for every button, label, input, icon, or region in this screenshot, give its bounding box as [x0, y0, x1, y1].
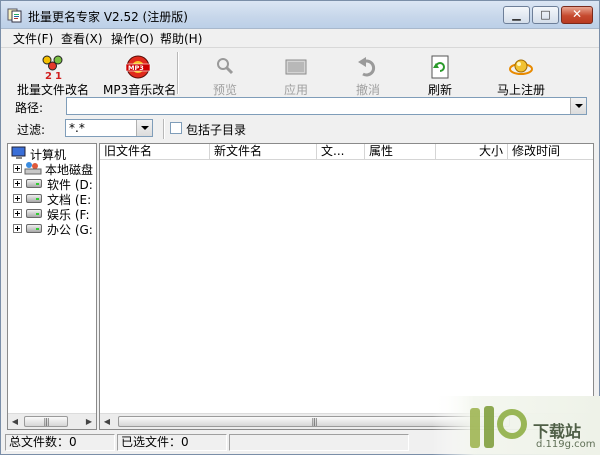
- app-icon: [7, 8, 22, 23]
- preview-button[interactable]: 预览: [205, 50, 245, 97]
- path-label: 路径:: [15, 101, 44, 115]
- filter-separator: [163, 119, 165, 139]
- expand-icon[interactable]: [13, 194, 22, 203]
- mp3-icon: MP3: [125, 55, 151, 79]
- mp3-rename-label: MP3音乐改名: [103, 83, 177, 97]
- scroll-grip-icon: |||: [43, 417, 49, 426]
- toolbar-separator: [177, 52, 179, 94]
- scroll-thumb[interactable]: |||: [24, 416, 68, 427]
- refresh-icon: [431, 55, 449, 79]
- computer-icon: [11, 146, 26, 159]
- batch-rename-icon: 2 1: [42, 55, 63, 80]
- apply-label: 应用: [283, 83, 308, 97]
- column-old-name[interactable]: 旧文件名: [100, 144, 210, 160]
- column-attributes[interactable]: 属性: [365, 144, 436, 160]
- refresh-label: 刷新: [427, 83, 452, 97]
- batch-rename-label: 批量文件改名: [16, 83, 89, 97]
- menu-help[interactable]: 帮助(H): [160, 30, 202, 47]
- app-window: 批量更名专家 V2.52 (注册版) ▁ □ ✕ 文件(F) 查看(X) 操作(…: [0, 0, 600, 455]
- svg-text:MP3: MP3: [128, 64, 144, 72]
- filter-dropdown-arrow-icon[interactable]: [136, 120, 152, 136]
- expand-icon[interactable]: [13, 224, 22, 233]
- menu-bar: 文件(F) 查看(X) 操作(O) 帮助(H): [1, 29, 599, 47]
- menu-file[interactable]: 文件(F): [13, 30, 53, 47]
- apply-button[interactable]: 应用: [276, 50, 316, 97]
- undo-icon: [358, 57, 376, 77]
- toolbar: 2 1 批量文件改名 MP3 MP3音乐改名 预览 应用 撤消 刷新 马上注册: [1, 47, 599, 97]
- drive-icon: [26, 209, 42, 218]
- path-dropdown-arrow-icon[interactable]: [570, 98, 586, 114]
- column-size[interactable]: 大小: [436, 144, 508, 160]
- maximize-icon: □: [540, 8, 551, 21]
- close-button[interactable]: ✕: [561, 6, 593, 24]
- tree-item-drive-e[interactable]: 文档 (E:: [13, 191, 96, 207]
- menu-operation[interactable]: 操作(O): [111, 30, 154, 47]
- undo-button[interactable]: 撤消: [348, 50, 388, 97]
- window-title: 批量更名专家 V2.52 (注册版): [28, 10, 188, 24]
- register-button[interactable]: 马上注册: [491, 50, 551, 97]
- status-empty-cell: [229, 434, 409, 451]
- path-combobox[interactable]: [66, 97, 587, 115]
- column-modified-time[interactable]: 修改时间: [508, 144, 593, 160]
- close-icon: ✕: [571, 7, 583, 21]
- drive-icon: [26, 194, 42, 203]
- file-list[interactable]: 旧文件名 新文件名 文... 属性 大小 修改时间 ◀ |||: [99, 143, 594, 430]
- filter-value: *.*: [69, 121, 85, 135]
- include-subdirs-checkbox[interactable]: [170, 122, 182, 134]
- local-disk-icon: [24, 162, 42, 175]
- apply-icon: [285, 59, 307, 75]
- tree-item-local-disk[interactable]: 本地磁盘: [13, 161, 96, 177]
- filter-row: 过滤: *.* 包括子目录: [1, 117, 599, 141]
- svg-text:2: 2: [45, 71, 52, 80]
- list-column-header: 旧文件名 新文件名 文... 属性 大小 修改时间: [100, 144, 593, 160]
- scroll-left-icon[interactable]: ◀: [8, 414, 22, 429]
- menu-view[interactable]: 查看(X): [61, 30, 103, 47]
- batch-rename-button[interactable]: 2 1 批量文件改名: [15, 50, 91, 97]
- scroll-grip-icon: |||: [311, 417, 317, 426]
- refresh-button[interactable]: 刷新: [420, 50, 460, 97]
- expand-icon[interactable]: [13, 164, 22, 173]
- tree-item-label: 办公 (G:: [47, 223, 93, 237]
- path-row: 路径:: [1, 97, 599, 117]
- status-selected-files: 已选文件：0: [117, 434, 227, 451]
- register-label: 马上注册: [496, 83, 545, 97]
- filter-combobox[interactable]: *.*: [65, 119, 153, 137]
- tree-horizontal-scrollbar[interactable]: ◀ ||| ▶: [8, 413, 96, 429]
- folder-tree[interactable]: 计算机 本地磁盘 软件 (D: 文档 (E: 娱乐 (F: 办公 (G: ◀ |…: [7, 143, 97, 430]
- preview-label: 预览: [212, 83, 237, 97]
- drive-icon: [26, 179, 42, 188]
- filter-label: 过滤:: [17, 123, 46, 137]
- svg-text:1: 1: [55, 71, 62, 80]
- mp3-rename-button[interactable]: MP3 MP3音乐改名: [103, 50, 177, 97]
- tree-item-drive-g[interactable]: 办公 (G:: [13, 221, 96, 237]
- tree-root[interactable]: 计算机: [11, 146, 96, 162]
- tree-item-drive-d[interactable]: 软件 (D:: [13, 176, 96, 192]
- undo-label: 撤消: [355, 83, 380, 97]
- column-type[interactable]: 文...: [317, 144, 365, 160]
- tree-item-drive-f[interactable]: 娱乐 (F:: [13, 206, 96, 222]
- minimize-button[interactable]: ▁: [503, 6, 530, 24]
- status-total-files: 总文件数：0: [5, 434, 115, 451]
- scroll-left-icon[interactable]: ◀: [100, 414, 114, 429]
- title-bar: 批量更名专家 V2.52 (注册版) ▁ □ ✕: [1, 1, 599, 29]
- expand-icon[interactable]: [13, 209, 22, 218]
- magnifier-icon: [217, 58, 234, 75]
- expand-icon[interactable]: [13, 179, 22, 188]
- column-new-name[interactable]: 新文件名: [210, 144, 317, 160]
- include-subdirs-label[interactable]: 包括子目录: [186, 121, 246, 138]
- watermark-site-url: d.119g.com: [536, 439, 596, 450]
- register-icon: [509, 59, 533, 75]
- maximize-button[interactable]: □: [532, 6, 559, 24]
- drive-icon: [26, 224, 42, 233]
- minimize-icon: ▁: [512, 8, 521, 21]
- scroll-right-icon[interactable]: ▶: [82, 414, 96, 429]
